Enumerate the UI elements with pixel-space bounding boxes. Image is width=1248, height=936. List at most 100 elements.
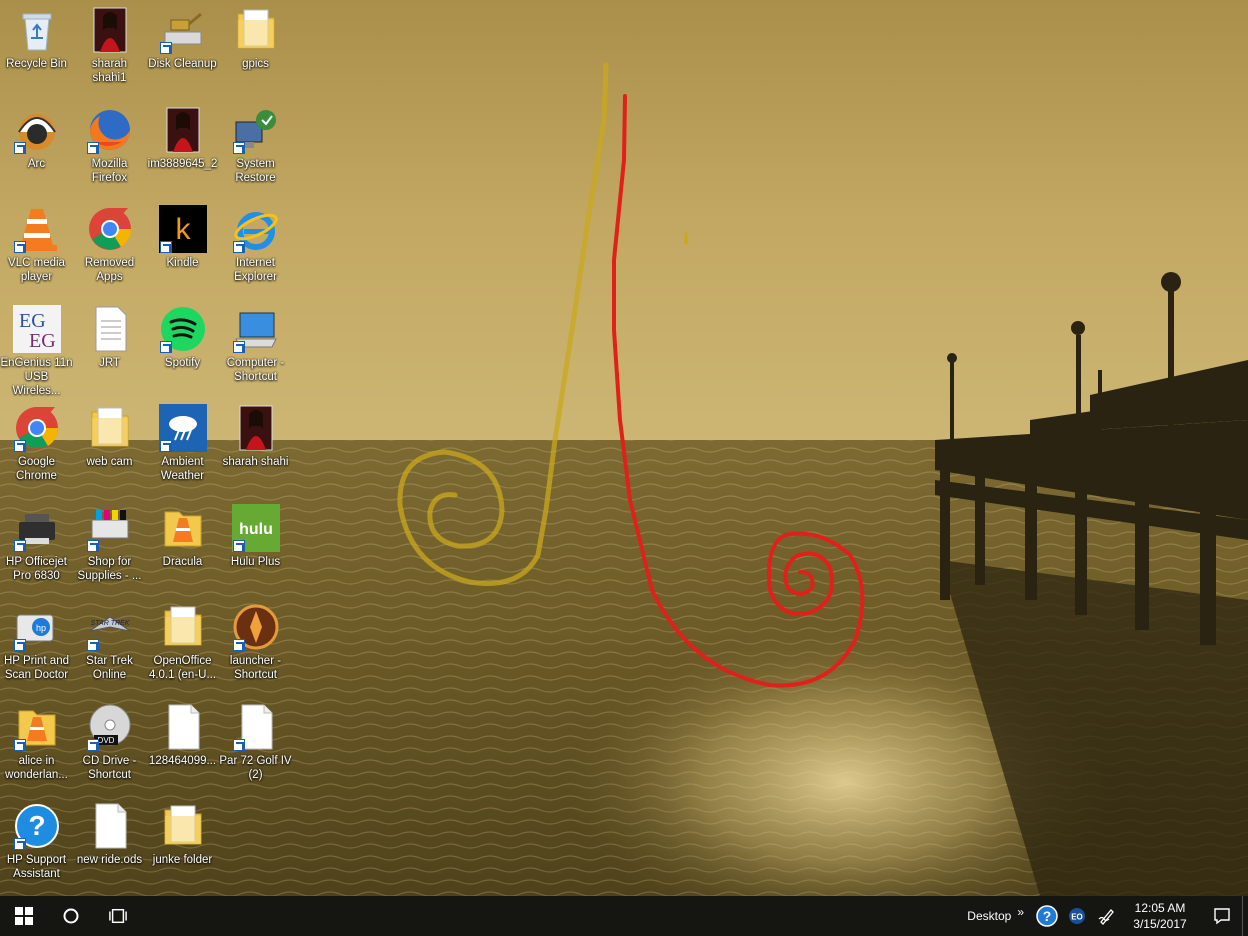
desktop-icon-cd-drive[interactable]: DVD CD Drive - Shortcut	[73, 699, 146, 782]
desktop-icon-hp-support-assistant[interactable]: ? HP Support Assistant	[0, 798, 73, 881]
shortcut-arrow-icon	[159, 340, 172, 353]
desktop-icon-alice-in-wonderland[interactable]: alice in wonderlan...	[0, 699, 73, 782]
desktop-icon-label: System Restore	[235, 157, 276, 184]
star-trek-icon: STAR TREK	[86, 603, 134, 651]
pen-icon[interactable]	[1096, 905, 1118, 927]
desktop-icon-ambient-weather[interactable]: Ambient Weather	[146, 400, 219, 483]
action-center-icon	[1214, 908, 1230, 925]
desktop-icon-spotify[interactable]: Spotify	[146, 301, 219, 370]
task-view-button[interactable]	[94, 896, 141, 936]
task-view-icon	[108, 908, 127, 924]
desktop-icon-im3889645[interactable]: im3889645_2	[146, 102, 219, 171]
desktop-icon-label: EnGenius 11n USB Wireles...	[0, 356, 73, 397]
svg-text:k: k	[175, 213, 191, 246]
desktop-icon-kindle[interactable]: k Kindle	[146, 201, 219, 270]
desktop-icon-par72-golf[interactable]: Par 72 Golf IV (2)	[219, 699, 292, 782]
desktop-icon-launcher-shortcut[interactable]: launcher - Shortcut	[219, 599, 292, 682]
toolbar-overflow-chevron[interactable]: »	[1017, 905, 1024, 919]
desktop-icon-label: web cam	[86, 456, 133, 468]
desktop-icon-label: Star Trek Online	[86, 655, 133, 681]
help-icon[interactable]: ?	[1036, 905, 1058, 927]
blank-file-icon	[232, 703, 280, 751]
hulu-icon: hulu	[231, 503, 280, 552]
desktop-icon-shop-for-supplies[interactable]: Shop for Supplies - ...	[73, 500, 146, 583]
desktop-icon-gpics[interactable]: gpics	[219, 2, 292, 71]
desktop-icon-vlc[interactable]: VLC media player	[0, 201, 73, 284]
launcher-icon	[232, 603, 280, 651]
system-tray: Desktop » ? EO 12:05 AM 3/15/2017	[967, 896, 1248, 936]
dvd-icon: DVD	[86, 703, 134, 751]
shortcut-arrow-icon	[159, 241, 172, 253]
desktop-icon-label: HP Support Assistant	[6, 854, 67, 880]
desktop-icon-label: CD Drive - Shortcut	[82, 754, 137, 781]
desktop-icon-internet-explorer[interactable]: Internet Explorer	[219, 201, 292, 284]
folder-icon	[159, 802, 207, 850]
desktop-icon-hp-print-scan[interactable]: hp HP Print and Scan Doctor	[0, 599, 73, 682]
desktop-icon-google-chrome[interactable]: Google Chrome	[0, 400, 73, 483]
desktop-icon-recycle-bin[interactable]: Recycle Bin	[0, 2, 73, 71]
printer-supplies-icon	[86, 504, 134, 552]
shortcut-arrow-icon	[86, 738, 99, 751]
desktop-icon-star-trek-online[interactable]: STAR TREK Star Trek Online	[73, 599, 146, 682]
desktop-icon-junke-folder[interactable]: junke folder	[146, 798, 219, 867]
desktop-icon-hulu-plus[interactable]: hulu Hulu Plus	[219, 500, 292, 569]
svg-text:?: ?	[28, 810, 45, 841]
photo-icon	[86, 6, 134, 54]
svg-text:EG: EG	[29, 330, 56, 352]
svg-text:DVD: DVD	[97, 736, 114, 745]
desktop-icon-disk-cleanup[interactable]: Disk Cleanup	[146, 2, 219, 71]
kindle-icon: k	[158, 205, 207, 253]
engenius-icon: EG EG	[12, 304, 61, 353]
photo-icon	[232, 404, 280, 452]
clock-time: 12:05 AM	[1134, 901, 1186, 915]
desktop-icon-label: Internet Explorer	[234, 257, 277, 283]
desktop-icon-jrt[interactable]: JRT	[73, 301, 146, 370]
desktop-toolbar-label[interactable]: Desktop	[967, 909, 1011, 923]
start-button[interactable]	[0, 896, 47, 936]
shortcut-arrow-icon	[86, 539, 99, 552]
desktop-icon-label: HP Print and Scan Doctor	[4, 655, 69, 681]
eo-icon[interactable]: EO	[1066, 905, 1088, 927]
desktop-icon-label: junke folder	[152, 854, 213, 866]
desktop-icon-label: Recycle Bin	[6, 58, 67, 70]
desktop-icon-label: HP Officejet Pro 6830	[6, 555, 67, 582]
desktop-icon-mozilla-firefox[interactable]: Mozilla Firefox	[73, 102, 146, 185]
hp-scan-icon: hp	[13, 603, 61, 651]
action-center-button[interactable]	[1202, 896, 1242, 936]
folder-icon	[86, 404, 134, 452]
desktop-icon-label: Spotify	[164, 356, 201, 369]
blank-file-icon	[159, 703, 207, 751]
desktop-icon-engenius[interactable]: EG EG EnGenius 11n USB Wireles...	[0, 301, 73, 398]
shortcut-arrow-icon	[13, 241, 26, 253]
document-icon	[86, 305, 134, 353]
desktop-icon-sharah-shahi1[interactable]: sharah shahi1	[73, 2, 146, 85]
desktop-icon-hp-officejet[interactable]: HP Officejet Pro 6830	[0, 500, 73, 583]
desktop-icon-web-cam[interactable]: web cam	[73, 400, 146, 469]
desktop-icon-label: im3889645_2	[147, 157, 218, 170]
desktop-icon-openoffice[interactable]: OpenOffice 4.0.1 (en-U...	[146, 599, 219, 682]
desktop-icon-computer-shortcut[interactable]: Computer - Shortcut	[219, 301, 292, 384]
shortcut-arrow-icon	[232, 539, 245, 552]
desktop-icon-system-restore[interactable]: System Restore	[219, 102, 292, 185]
desktop-icon-dracula[interactable]: Dracula	[146, 500, 219, 569]
desktop-icon-sharah-shahi[interactable]: sharah shahi	[219, 400, 292, 469]
cortana-search-button[interactable]	[47, 896, 94, 936]
svg-text:?: ?	[1043, 908, 1052, 924]
desktop-icon-file-128464099[interactable]: 128464099...	[146, 699, 219, 768]
desktop-icon-removed-apps[interactable]: Removed Apps	[73, 201, 146, 284]
desktop-icon-label: Dracula	[162, 555, 203, 568]
windows-logo-icon	[14, 907, 33, 925]
blank-file-icon	[86, 802, 134, 850]
shortcut-arrow-icon	[13, 539, 26, 552]
desktop-icon-label: sharah shahi1	[91, 58, 128, 84]
shortcut-arrow-icon	[159, 42, 172, 54]
desktop-icon-arc[interactable]: Arc	[0, 102, 73, 171]
shortcut-arrow-icon	[232, 141, 245, 154]
show-desktop-button[interactable]	[1242, 896, 1248, 936]
desktop-icon-new-ride[interactable]: new ride.ods	[73, 798, 146, 867]
desktop-icon-label: JRT	[99, 356, 120, 369]
cortana-circle-icon	[63, 908, 78, 924]
desktop-icon-label: Kindle	[166, 257, 199, 269]
desktop-icon-label: VLC media player	[8, 257, 65, 283]
taskbar-clock[interactable]: 12:05 AM 3/15/2017	[1128, 900, 1192, 932]
